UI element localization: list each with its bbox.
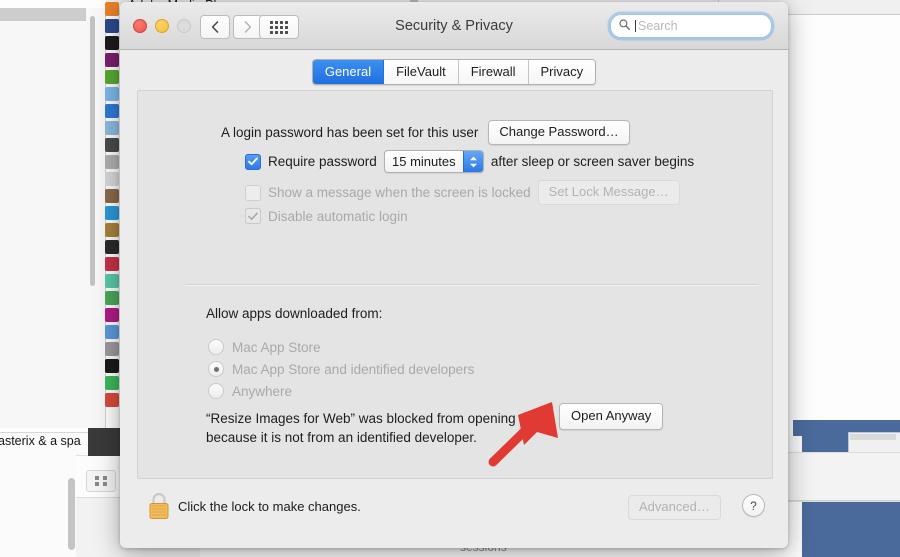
general-settings-panel: A login password has been set for this u… [137, 90, 773, 479]
background-app-icon [105, 359, 119, 373]
window-footer: Click the lock to make changes. Advanced… [120, 477, 788, 548]
background-media-label: asterix & a spa [0, 434, 81, 448]
radio-button[interactable] [208, 383, 224, 399]
background-app-icon [105, 121, 119, 135]
tab-privacy[interactable]: Privacy [528, 60, 596, 84]
background-app-icon [105, 36, 119, 50]
checkmark-icon [248, 157, 258, 166]
disable-auto-login-label: Disable automatic login [268, 208, 408, 224]
background-right-divider [786, 500, 900, 501]
background-right-sheet [786, 452, 900, 502]
gatekeeper-option-label: Anywhere [232, 383, 293, 399]
show-lock-message-row: Show a message when the screen is locked… [245, 180, 680, 205]
tab-firewall[interactable]: Firewall [458, 60, 529, 84]
background-icon-rail [104, 0, 120, 430]
section-divider [186, 284, 758, 285]
window-titlebar: Security & Privacy Search [120, 2, 788, 50]
gatekeeper-title: Allow apps downloaded from: [206, 306, 383, 321]
background-app-icon [105, 155, 119, 169]
login-password-status: A login password has been set for this u… [221, 125, 479, 140]
search-field[interactable]: Search [610, 14, 772, 38]
require-password-label: Require password [268, 154, 377, 169]
radio-button-selected[interactable] [208, 361, 224, 377]
background-app-icon [105, 376, 119, 390]
gatekeeper-option-identified-developers[interactable]: Mac App Store and identified developers [208, 361, 474, 377]
show-lock-message-checkbox[interactable] [245, 184, 261, 201]
security-privacy-window: Security & Privacy Search General FileVa… [120, 2, 788, 548]
search-caret [635, 20, 636, 32]
change-password-button[interactable]: Change Password… [488, 120, 630, 145]
advanced-button[interactable]: Advanced… [628, 495, 721, 520]
background-app-icon [105, 291, 119, 305]
background-app-icon [105, 19, 119, 33]
background-app-icon [105, 70, 119, 84]
tab-general[interactable]: General [312, 60, 385, 84]
stepper-arrows-icon[interactable] [462, 151, 483, 172]
background-app-icon [105, 223, 119, 237]
background-app-icon [105, 189, 119, 203]
lock-hint-text: Click the lock to make changes. [178, 499, 361, 514]
background-app-icon [105, 257, 119, 271]
background-scrollbar[interactable] [90, 16, 95, 286]
radio-button[interactable] [208, 339, 224, 355]
radio-dot-icon [213, 366, 219, 372]
require-password-checkbox[interactable] [245, 153, 261, 170]
background-app-icon [105, 53, 119, 67]
search-icon [619, 17, 630, 35]
background-left-window-header [0, 8, 86, 21]
background-app-icon [105, 138, 119, 152]
background-app-icon [105, 172, 119, 186]
background-app-icon [105, 325, 119, 339]
blocked-app-message-line2: because it is not from an identified dev… [206, 430, 477, 445]
require-password-row: Require password 15 minutes after sleep … [245, 150, 694, 173]
disable-auto-login-row: Disable automatic login [245, 208, 408, 224]
require-password-interval-value: 15 minutes [392, 154, 456, 169]
login-password-row: A login password has been set for this u… [221, 120, 630, 145]
background-grid-view-button[interactable] [86, 470, 116, 492]
disable-auto-login-checkbox[interactable] [245, 208, 261, 224]
background-app-icon [105, 308, 119, 322]
background-lower-scrollbar[interactable] [68, 478, 75, 550]
gatekeeper-option-mac-app-store[interactable]: Mac App Store [208, 339, 321, 355]
open-anyway-button[interactable]: Open Anyway [559, 403, 664, 430]
search-input[interactable]: Search [638, 19, 678, 33]
blocked-app-message-line1: “Resize Images for Web” was blocked from… [206, 411, 516, 426]
tab-bar: General FileVault Firewall Privacy [120, 59, 788, 85]
background-app-icon [105, 104, 119, 118]
background-app-icon [105, 342, 119, 356]
help-button[interactable]: ? [742, 494, 765, 517]
background-app-icon [105, 274, 119, 288]
gatekeeper-option-anywhere[interactable]: Anywhere [208, 383, 292, 399]
background-app-icon [105, 87, 119, 101]
open-anyway-wrap: Open Anyway [559, 403, 664, 430]
background-app-icon [105, 393, 119, 407]
background-app-icon [105, 2, 119, 16]
blocked-app-message: “Resize Images for Web” was blocked from… [206, 409, 536, 447]
show-lock-message-label: Show a message when the screen is locked [268, 185, 531, 200]
background-app-icon [105, 206, 119, 220]
background-blue-inner-bar [850, 434, 896, 440]
screenshot-root: Adobe Media Player asterix & a spa C ses… [0, 0, 900, 557]
background-app-icon [105, 240, 119, 254]
tab-filevault[interactable]: FileVault [384, 60, 459, 84]
require-password-suffix: after sleep or screen saver begins [490, 154, 695, 169]
gatekeeper-option-label: Mac App Store [232, 339, 321, 355]
require-password-interval-popup[interactable]: 15 minutes [383, 150, 484, 173]
set-lock-message-button[interactable]: Set Lock Message… [537, 180, 680, 205]
gatekeeper-option-label: Mac App Store and identified developers [232, 361, 475, 377]
lock-icon[interactable] [146, 490, 172, 527]
checkmark-icon [248, 212, 258, 221]
